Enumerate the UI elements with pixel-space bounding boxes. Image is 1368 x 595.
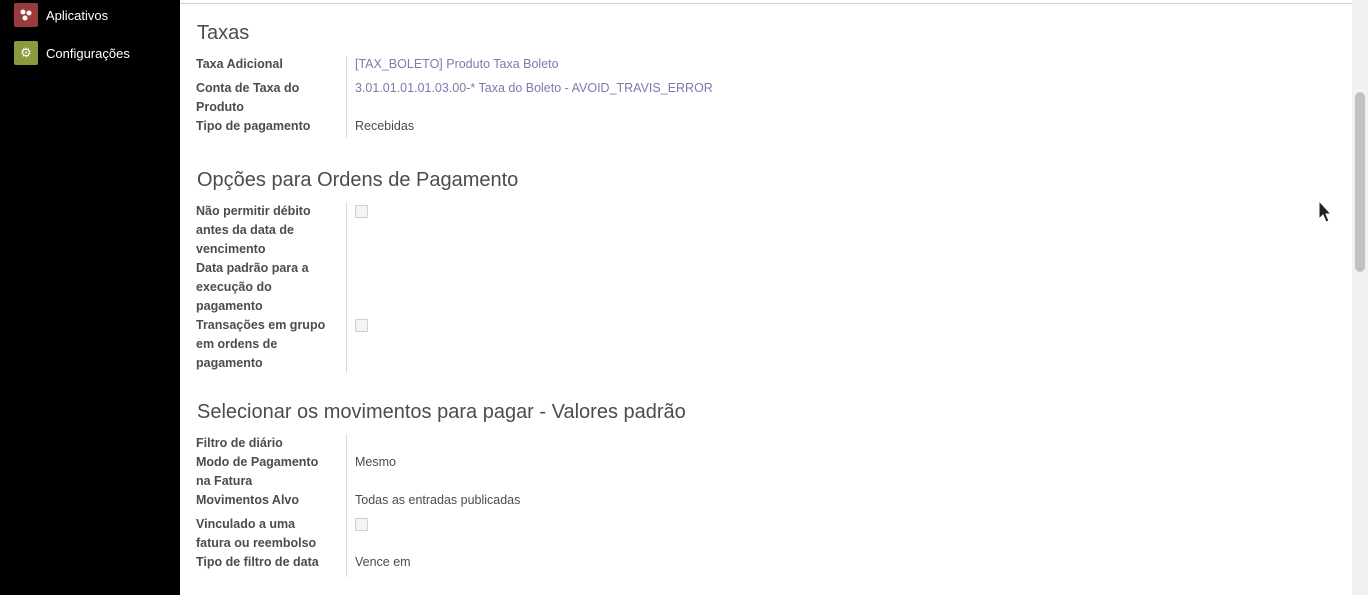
field-label-filtro-diario: Filtro de diário — [196, 436, 283, 450]
puzzle-icon — [14, 3, 38, 27]
sidebar-item-label: Configurações — [46, 45, 130, 61]
checkbox-transacoes[interactable] — [355, 319, 368, 332]
mouse-pointer-icon — [1318, 199, 1334, 229]
field-label-nao-permitir: Não permitir débito antes da data de ven… — [196, 204, 311, 256]
divider — [346, 202, 347, 373]
sidebar-item-configuracoes[interactable]: ⚙ Configurações — [14, 41, 130, 65]
section-title-taxas: Taxas — [197, 22, 250, 44]
field-value-tipo-filtro: Vence em — [355, 555, 411, 569]
field-label-modo-pagamento: Modo de Pagamento na Fatura — [196, 455, 319, 488]
field-value-movimentos-alvo: Todas as entradas publicadas — [355, 493, 521, 507]
section-title-movimentos: Selecionar os movimentos para pagar - Va… — [197, 401, 686, 423]
gear-icon: ⚙ — [14, 41, 38, 65]
field-value-tipo-pagamento: Recebidas — [355, 119, 415, 133]
field-value-taxa-adicional[interactable]: [TAX_BOLETO] Produto Taxa Boleto — [355, 55, 559, 74]
sidebar: Aplicativos ⚙ Configurações — [0, 0, 180, 595]
field-label-data-padrao: Data padrão para a execução do pagamento — [196, 261, 309, 313]
field-value-conta-taxa[interactable]: 3.01.01.01.01.03.00-* Taxa do Boleto - A… — [355, 79, 713, 98]
field-value-modo-pagamento: Mesmo — [355, 455, 396, 469]
divider — [346, 56, 347, 138]
checkbox-vinculado[interactable] — [355, 518, 368, 531]
field-label-movimentos-alvo: Movimentos Alvo — [196, 493, 300, 507]
field-label-tipo-pagamento: Tipo de pagamento — [196, 119, 311, 133]
field-label-transacoes: Transações em grupo em ordens de pagamen… — [196, 318, 326, 370]
field-label-taxa-adicional: Taxa Adicional — [196, 57, 283, 71]
field-label-conta-taxa: Conta de Taxa do Produto — [196, 81, 300, 114]
checkbox-nao-permitir[interactable] — [355, 205, 368, 218]
section-title-opcoes: Opções para Ordens de Pagamento — [197, 169, 519, 191]
sidebar-item-aplicativos[interactable]: Aplicativos — [14, 3, 108, 27]
form-sheet: Taxas Taxa Adicional [TAX_BOLETO] Produt… — [180, 0, 1352, 595]
vertical-scrollbar[interactable] — [1352, 0, 1368, 595]
field-label-vinculado: Vinculado a uma fatura ou reembolso — [196, 517, 317, 550]
sidebar-item-label: Aplicativos — [46, 7, 109, 23]
divider — [346, 434, 347, 577]
scrollbar-thumb[interactable] — [1355, 92, 1365, 272]
field-label-tipo-filtro: Tipo de filtro de data — [196, 555, 319, 569]
divider — [180, 3, 1352, 4]
